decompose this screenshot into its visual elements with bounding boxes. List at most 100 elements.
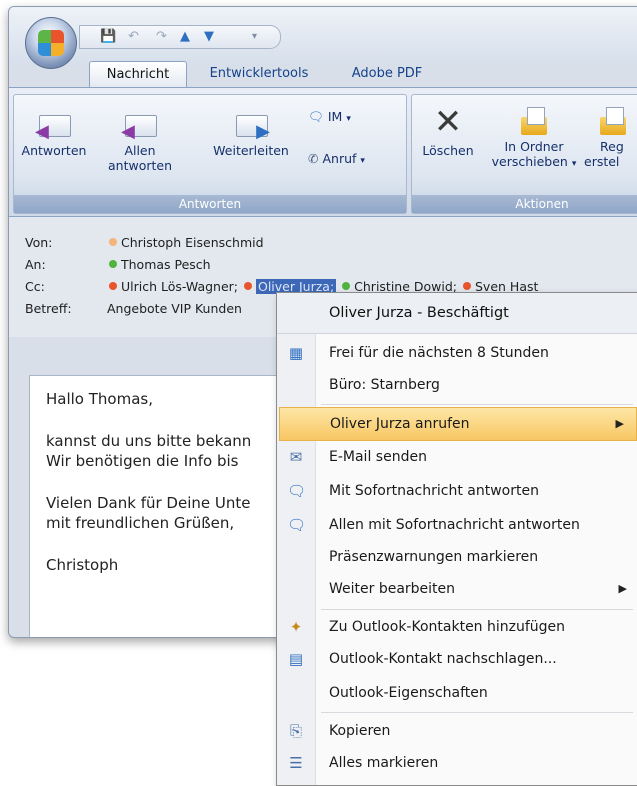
menu-item-copy[interactable]: ⎘ Kopieren [277, 715, 637, 747]
mail-send-icon: ✉ [289, 448, 303, 466]
delete-x-icon: ✕ [433, 102, 463, 142]
menu-item-office-label: Büro: Starnberg [329, 377, 440, 393]
menu-item-continue-editing[interactable]: Weiter bearbeiten ▶ [277, 573, 637, 605]
menu-item-send-email[interactable]: ✉ E-Mail senden [277, 441, 637, 473]
menu-separator [321, 609, 633, 610]
chat-bubble-icon: 🗨 [287, 482, 307, 500]
calendar-icon: ▦ [288, 344, 304, 362]
from-row: Von: Christoph Eisenschmid [25, 235, 264, 250]
reply-all-button[interactable]: ◀ Allen antworten [100, 105, 180, 173]
presence-available-icon [342, 282, 351, 290]
menu-item-properties-label: Outlook-Eigenschaften [329, 685, 488, 701]
tab-entwicklertools[interactable]: Entwicklertools [199, 61, 319, 87]
cc-label: Cc: [25, 279, 45, 294]
from-value[interactable]: Christoph Eisenschmid [121, 235, 264, 250]
body-signature: Christoph [46, 556, 119, 574]
office-logo-icon [38, 30, 64, 56]
reply-all-label-2: antworten [107, 158, 172, 173]
create-rule-button[interactable]: Reg erstel [584, 105, 637, 169]
next-item-icon[interactable]: ▼ [204, 28, 214, 45]
call-label: Anruf [322, 151, 357, 166]
menu-item-add-contact[interactable]: ✦ Zu Outlook-Kontakten hinzufügen [277, 611, 637, 643]
call-button[interactable]: ✆ Anruf ▾ [308, 151, 365, 166]
to-label: An: [25, 257, 46, 272]
menu-item-select-all-label: Alles markieren [329, 755, 439, 771]
chat-bubble-icon: 🗨 [308, 109, 324, 124]
body-greeting: Hallo Thomas, [46, 390, 153, 408]
move-label-2: verschieben [491, 154, 568, 169]
presence-busy-icon [463, 282, 471, 290]
body-line: mit freundlichen Grüßen, [46, 514, 235, 532]
reply-all-label-1: Allen [124, 143, 156, 158]
reply-icon: ◀ [35, 105, 73, 141]
menu-item-im-reply-all[interactable]: 🗨 Allen mit Sofortnachricht antworten [277, 509, 637, 541]
menu-item-free-label: Frei für die nächsten 8 Stunden [329, 345, 549, 361]
undo-icon[interactable]: ↶ [128, 28, 139, 45]
group-aktionen: ✕ Löschen In Ordner verschieben ▾ Reg er… [411, 94, 637, 214]
body-line: Wir benötigen die Info bis [46, 452, 239, 470]
tab-nachricht[interactable]: Nachricht [89, 61, 187, 88]
menu-item-continue-editing-label: Weiter bearbeiten [329, 581, 456, 597]
delete-label: Löschen [422, 143, 474, 158]
body-line: kannst du uns bitte bekann [46, 432, 252, 450]
quick-access-toolbar: 💾 ↶ ↷ ▲ ▼ ▾ [79, 25, 281, 49]
chat-bubble-icon: 🗨 [287, 516, 307, 534]
group-antworten-label: Antworten [14, 195, 406, 213]
select-all-icon: ☰ [289, 754, 303, 772]
to-value[interactable]: Thomas Pesch [121, 257, 211, 272]
reply-all-icon: ◀ [121, 105, 159, 141]
redo-icon[interactable]: ↷ [156, 28, 167, 45]
menu-separator [321, 712, 633, 713]
im-dropdown-icon: ▾ [346, 114, 351, 124]
customize-toolbar-icon[interactable]: ▾ [252, 28, 257, 45]
cc-recipient-1[interactable]: Ulrich Lös-Wagner; [121, 279, 238, 294]
menu-item-call[interactable]: Oliver Jurza anrufen ▶ [279, 407, 637, 441]
forward-button[interactable]: ▶ Weiterleiten [200, 105, 302, 158]
reply-button[interactable]: ◀ Antworten [14, 105, 94, 158]
ribbon: ◀ Antworten ◀ Allen antworten ▶ Weiterle… [9, 87, 637, 217]
submenu-arrow-icon: ▶ [618, 582, 627, 595]
office-button[interactable] [25, 17, 77, 69]
delete-button[interactable]: ✕ Löschen [412, 105, 484, 158]
contact-card-icon: ▤ [288, 650, 304, 668]
move-folder-icon [519, 105, 549, 135]
im-button[interactable]: 🗨 IM ▾ [308, 109, 351, 125]
move-dropdown-icon: ▾ [571, 159, 577, 169]
submenu-arrow-icon: ▶ [615, 417, 624, 430]
body-line: Vielen Dank für Deine Unte [46, 494, 251, 512]
to-row: An: Thomas Pesch [25, 257, 211, 272]
menu-item-office[interactable]: Büro: Starnberg [277, 369, 637, 401]
menu-item-select-all[interactable]: ☰ Alles markieren [277, 747, 637, 779]
menu-item-add-contact-label: Zu Outlook-Kontakten hinzufügen [329, 619, 566, 635]
menu-separator [321, 404, 633, 405]
menu-item-properties[interactable]: Outlook-Eigenschaften [277, 677, 637, 709]
menu-item-lookup-contact-label: Outlook-Kontakt nachschlagen... [329, 651, 557, 667]
subject-value: Angebote VIP Kunden [106, 301, 242, 316]
copy-icon: ⎘ [289, 722, 302, 740]
menu-item-call-label: Oliver Jurza anrufen [330, 416, 470, 432]
previous-item-icon[interactable]: ▲ [180, 28, 190, 45]
menu-item-free[interactable]: ▦ Frei für die nächsten 8 Stunden [277, 337, 637, 369]
im-label: IM [327, 109, 343, 124]
title-bar: 💾 ↶ ↷ ▲ ▼ ▾ Nachricht Entwicklertools Ad… [9, 7, 637, 88]
presence-available-icon [108, 260, 117, 268]
move-to-folder-button[interactable]: In Ordner verschieben ▾ [486, 105, 582, 172]
menu-item-presence-alerts[interactable]: Präsenzwarnungen markieren [277, 541, 637, 573]
tab-adobe-pdf[interactable]: Adobe PDF [337, 61, 437, 87]
forward-icon: ▶ [232, 105, 270, 141]
rule-label-1: Reg [600, 139, 624, 154]
contact-context-menu: Oliver Jurza - Beschäftigt ▦ Frei für di… [276, 292, 637, 786]
subject-row: Betreff: Angebote VIP Kunden [25, 301, 242, 316]
phone-icon: ✆ [308, 151, 319, 166]
menu-item-im-reply-all-label: Allen mit Sofortnachricht antworten [329, 517, 580, 533]
add-contact-icon: ✦ [289, 618, 303, 636]
group-antworten: ◀ Antworten ◀ Allen antworten ▶ Weiterle… [13, 94, 407, 214]
call-dropdown-icon: ▾ [360, 156, 365, 166]
menu-item-lookup-contact[interactable]: ▤ Outlook-Kontakt nachschlagen... [277, 643, 637, 675]
menu-item-send-email-label: E-Mail senden [329, 449, 427, 465]
menu-item-im-reply[interactable]: 🗨 Mit Sofortnachricht antworten [277, 475, 637, 507]
menu-item-im-reply-label: Mit Sofortnachricht antworten [329, 483, 539, 499]
presence-away-icon [108, 238, 117, 246]
move-label-1: In Ordner [504, 139, 564, 154]
save-icon[interactable]: 💾 [100, 28, 116, 45]
